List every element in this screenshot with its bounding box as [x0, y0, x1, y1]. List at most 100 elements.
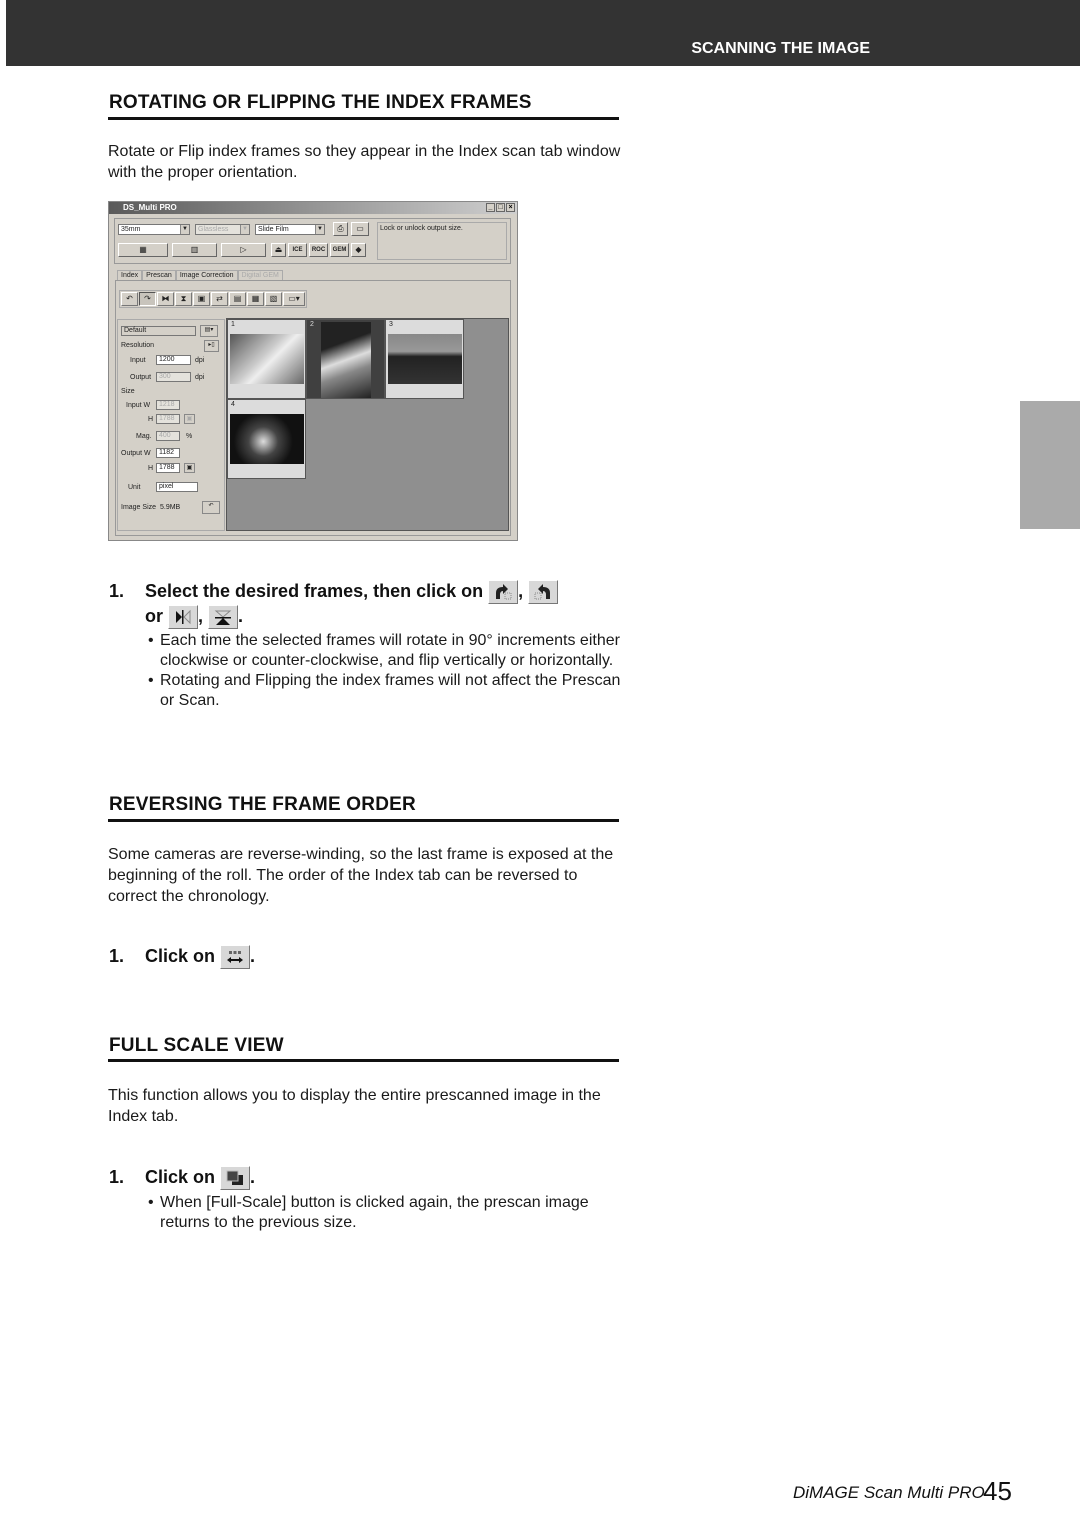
reset-icon[interactable]: ↶: [202, 501, 220, 514]
step-text: or: [145, 605, 163, 626]
step-text: Click on: [145, 1166, 216, 1187]
window-title-bar: DS_Multi PRO _ □ ×: [109, 202, 517, 214]
output-dpi-select[interactable]: 300: [156, 372, 191, 382]
rotating-intro: Rotate or Flip index frames so they appe…: [108, 143, 621, 181]
help-button[interactable]: ◆: [351, 243, 366, 257]
size-label: Size: [121, 388, 135, 395]
scanner-window: DS_Multi PRO _ □ × 35mm ▼ Glassless ▼ Slid…: [108, 201, 518, 541]
section-rule: [108, 1059, 619, 1062]
chevron-down-icon: ▼: [180, 225, 189, 234]
rotating-bullets: • Each time the selected frames will rota…: [148, 631, 628, 711]
settings-panel: Default ▤▾ Resolution ▸▯ Input 1200 dpi …: [117, 319, 225, 531]
index-frame[interactable]: 4: [227, 399, 306, 479]
output-dpi-value: 300: [159, 373, 171, 380]
lock-icon[interactable]: ▣: [184, 463, 195, 473]
scan-button[interactable]: ▷: [221, 243, 266, 257]
preset-field[interactable]: Default: [121, 326, 196, 336]
output-w-label: Output W: [121, 450, 151, 457]
rotating-step-cont: or , .: [145, 605, 243, 629]
index-frame-selected[interactable]: 2: [306, 319, 385, 399]
tab-prescan[interactable]: Prescan: [142, 270, 176, 280]
unit-select[interactable]: pixel: [156, 482, 198, 492]
resolution-label: Resolution: [121, 342, 155, 349]
section-title-reversing: REVERSING THE FRAME ORDER: [109, 794, 416, 815]
frame-thumbnail: [230, 334, 304, 384]
tab-image-correction[interactable]: Image Correction: [175, 270, 238, 280]
section-rule: [108, 117, 619, 120]
maximize-button[interactable]: □: [496, 203, 505, 212]
film-format-select[interactable]: 35mm ▼: [118, 224, 190, 235]
rotate-left-icon[interactable]: ↶: [121, 292, 138, 306]
step-number: 1.: [109, 580, 125, 601]
section-label: SCANNING THE IMAGE: [691, 40, 870, 57]
prescan-button[interactable]: ▥: [172, 243, 217, 257]
index-frame[interactable]: 3: [385, 319, 464, 399]
output-w-field[interactable]: 1182: [156, 448, 180, 458]
eject-button[interactable]: ⏏: [271, 243, 286, 257]
view-mode-dropdown[interactable]: ▭▾: [283, 292, 305, 306]
frame-thumbnail: [321, 322, 371, 398]
frame-thumbnail: [388, 334, 462, 384]
output-h-field[interactable]: 1788: [156, 463, 180, 473]
flip-horizontal-icon[interactable]: ⧓: [157, 292, 174, 306]
input-dpi-value: 1200: [159, 356, 175, 363]
close-button[interactable]: ×: [506, 203, 515, 212]
hint-box: Lock or unlock output size.: [377, 222, 507, 260]
rotate-left-icon: [488, 580, 519, 604]
gem-button[interactable]: GEM: [330, 243, 349, 257]
resolution-menu-button[interactable]: ▸▯: [204, 340, 219, 352]
input-h-field[interactable]: 1788: [156, 414, 180, 424]
unit-label: Unit: [128, 484, 141, 491]
separator: ,: [198, 605, 204, 626]
lock-size-button[interactable]: ▭: [351, 222, 369, 236]
flip-vertical-icon[interactable]: ⧗: [175, 292, 192, 306]
tab-index[interactable]: Index: [117, 270, 143, 280]
frame-number: 1: [231, 321, 235, 328]
select-all-icon[interactable]: ▤: [229, 292, 246, 306]
tab-digital-gem[interactable]: Digital GEM: [237, 270, 283, 280]
film-type-select[interactable]: Slide Film ▼: [255, 224, 325, 235]
select-frames-icon[interactable]: ▦: [247, 292, 264, 306]
step-number: 1.: [109, 945, 125, 966]
ice-button[interactable]: ICE: [288, 243, 307, 257]
deselect-frames-icon[interactable]: ▧: [265, 292, 282, 306]
image-size-value: 5.9MB: [160, 504, 181, 511]
holder-select[interactable]: Glassless ▼: [195, 224, 250, 235]
lock-icon[interactable]: ▣: [184, 414, 195, 424]
minimize-button[interactable]: _: [486, 203, 495, 212]
step-text: Click on: [145, 945, 216, 966]
dpi-unit: dpi: [195, 357, 205, 364]
section-title-fullscale: FULL SCALE VIEW: [109, 1035, 284, 1056]
separator: ,: [518, 580, 524, 601]
roc-button[interactable]: ROC: [309, 243, 328, 257]
bullet-item: • Each time the selected frames will rota…: [148, 631, 628, 671]
rotate-right-icon[interactable]: ↷: [139, 292, 156, 306]
full-scale-icon: [220, 1166, 251, 1190]
input-h-label: H: [148, 416, 154, 423]
preferences-button[interactable]: ⎙: [333, 222, 348, 236]
fullscale-step: 1. Click on .: [109, 1166, 255, 1190]
fullscale-intro: This function allows you to display the …: [108, 1087, 601, 1125]
index-toolbar: ↶ ↷ ⧓ ⧗ ▣ ⇄ ▤ ▦ ▧ ▭▾: [119, 290, 307, 308]
rotating-step: 1. Select the desired frames, then click …: [109, 580, 559, 604]
input-dpi-select[interactable]: 1200: [156, 355, 191, 365]
footer-product: DiMAGE Scan Multi PRO: [793, 1483, 985, 1502]
bullet-text: When [Full-Scale] button is clicked agai…: [160, 1194, 589, 1231]
bullet-text: Rotating and Flipping the index frames w…: [160, 672, 621, 709]
input-w-field[interactable]: 1218: [156, 400, 180, 410]
preset-menu-button[interactable]: ▤▾: [200, 325, 218, 337]
tab-strip: Index Prescan Image Correction Digital G…: [117, 270, 283, 280]
index-frame[interactable]: 1: [227, 319, 306, 399]
period: .: [238, 605, 244, 626]
flip-horizontal-icon: [168, 605, 199, 629]
reverse-order-icon[interactable]: ⇄: [211, 292, 228, 306]
full-scale-icon[interactable]: ▣: [193, 292, 210, 306]
header-bar: SCANNING THE IMAGE: [6, 0, 1080, 66]
index-scan-button[interactable]: ▦: [118, 243, 168, 257]
reverse-order-icon: [220, 945, 251, 969]
chevron-down-icon: ▼: [315, 225, 324, 234]
fullscale-bullets: • When [Full-Scale] button is clicked aga…: [148, 1193, 628, 1233]
mag-field[interactable]: 400: [156, 431, 180, 441]
chapter-side-tab: [1020, 401, 1080, 529]
bullet-item: • When [Full-Scale] button is clicked aga…: [148, 1193, 628, 1233]
